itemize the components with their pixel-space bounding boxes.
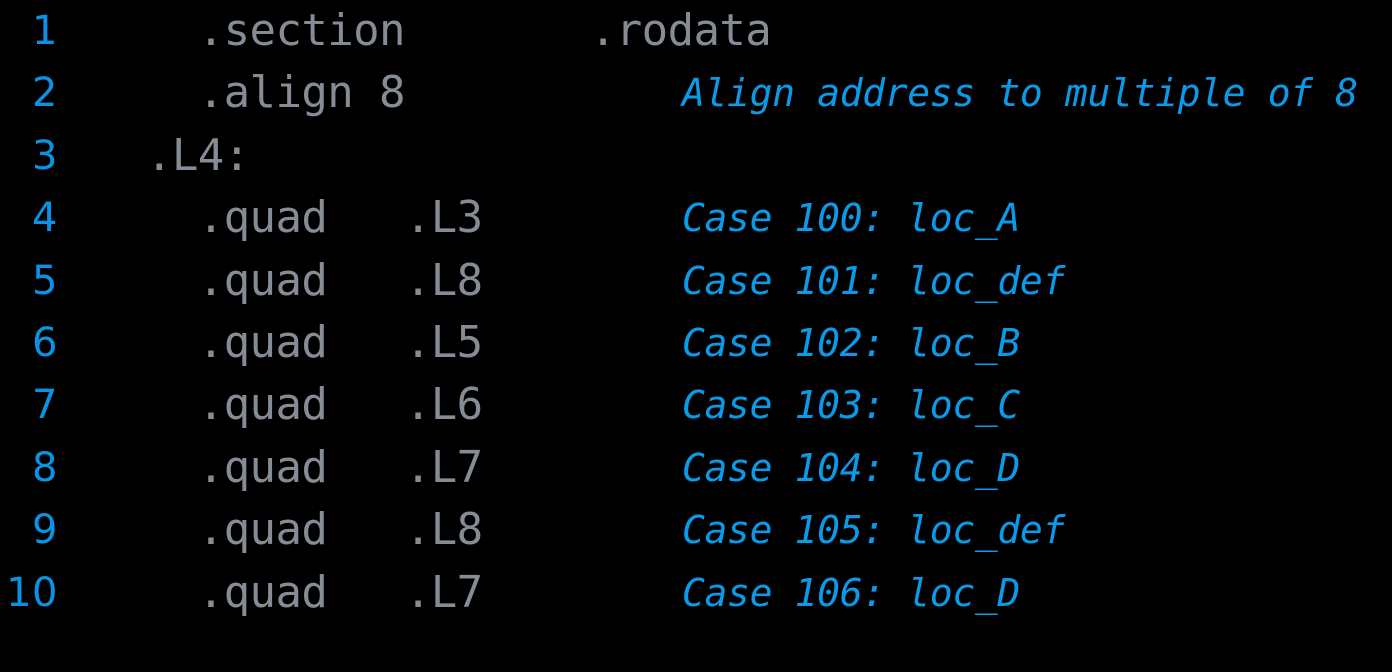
code-line: 7 .quad .L6 Case 103: loc_C (0, 374, 1392, 436)
line-number: 3 (32, 132, 58, 179)
code-line: 2 .align 8 Align address to multiple of … (0, 62, 1392, 124)
code-comment: Case 104: loc_D (682, 445, 1020, 490)
code-text[interactable]: .quad .L3 (146, 187, 483, 249)
code-line: 9 .quad .L8 Case 105: loc_def (0, 499, 1392, 561)
code-text[interactable]: .quad .L5 (146, 312, 483, 374)
line-number: 5 (32, 257, 58, 304)
code-comment: Case 103: loc_C (682, 383, 1020, 428)
code-text[interactable]: .quad .L7 (146, 562, 483, 624)
code-line: 1 .section .rodata (0, 0, 1392, 62)
code-line: 6 .quad .L5 Case 102: loc_B (0, 312, 1392, 374)
code-comment: Case 105: loc_def (682, 508, 1065, 553)
code-text[interactable]: .quad .L8 (146, 250, 483, 312)
line-number: 8 (32, 444, 58, 491)
line-number: 2 (32, 70, 58, 117)
line-number: 1 (32, 8, 58, 54)
line-number: 4 (32, 195, 58, 242)
code-mnemonic: .section (146, 5, 406, 56)
code-line: 10 .quad .L7 Case 106: loc_D (0, 562, 1392, 624)
code-comment: Case 101: loc_def (682, 258, 1065, 303)
code-text[interactable]: .align 8 (146, 62, 406, 124)
line-number: 9 (32, 507, 58, 554)
line-number: 7 (32, 382, 58, 429)
code-text[interactable]: .quad .L8 (146, 499, 483, 561)
code-comment: Case 106: loc_D (682, 570, 1020, 615)
assembly-code-listing: 1 .section .rodata 2 .align 8 Align addre… (0, 0, 1392, 672)
line-number: 6 (32, 319, 58, 366)
code-viewer-screen: 1 .section .rodata 2 .align 8 Align addre… (0, 0, 1392, 672)
line-number: 10 (6, 569, 58, 616)
code-comment: Align address to multiple of 8 (682, 71, 1358, 116)
code-line: 5 .quad .L8 Case 101: loc_def (0, 250, 1392, 312)
code-line: 8 .quad .L7 Case 104: loc_D (0, 437, 1392, 499)
code-line: 3 .L4: (0, 125, 1392, 187)
code-operand-rodata: .rodata (589, 5, 772, 56)
code-text[interactable]: .quad .L7 (146, 437, 483, 499)
code-text[interactable]: .quad .L6 (146, 374, 483, 436)
code-text[interactable]: .section .rodata (146, 0, 772, 62)
code-comment: Case 102: loc_B (682, 320, 1020, 365)
code-label[interactable]: .L4: (146, 125, 250, 187)
code-line: 4 .quad .L3 Case 100: loc_A (0, 187, 1392, 249)
code-comment: Case 100: loc_A (682, 196, 1020, 241)
